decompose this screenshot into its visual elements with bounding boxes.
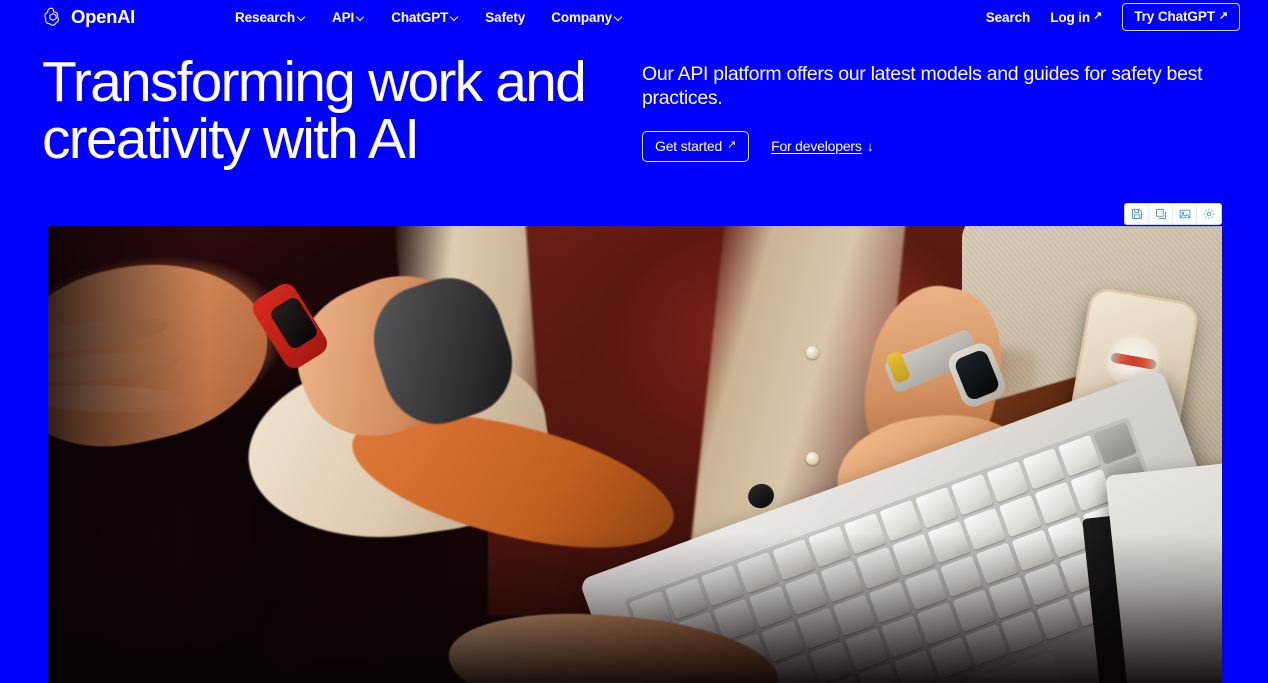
nav-item-chatgpt-label: ChatGPT bbox=[391, 9, 449, 25]
nav-item-api-label: API bbox=[331, 9, 355, 25]
nav-item-safety-label: Safety bbox=[485, 9, 526, 25]
login-label: Log in bbox=[1050, 9, 1091, 25]
brand-logo-link[interactable]: OpenAI bbox=[42, 6, 135, 28]
nav-item-chatgpt[interactable]: ChatGPT bbox=[391, 10, 459, 25]
arrow-up-right-icon: ↗ bbox=[1218, 9, 1228, 22]
openai-logo-icon bbox=[42, 6, 64, 28]
arrow-down-icon: ↓ bbox=[866, 138, 874, 155]
nav-item-api[interactable]: API bbox=[332, 10, 365, 25]
search-link[interactable]: Search bbox=[985, 9, 1031, 25]
save-button[interactable] bbox=[1125, 204, 1149, 224]
hero-photo-scene bbox=[48, 226, 1222, 683]
chevron-down-icon bbox=[451, 14, 459, 22]
nav-item-research[interactable]: Research bbox=[235, 10, 306, 25]
image-button[interactable] bbox=[1173, 204, 1197, 224]
top-navigation-bar: OpenAI Research API ChatGPT Safety Compa… bbox=[0, 0, 1268, 34]
floating-image-toolbar bbox=[1124, 203, 1222, 225]
arrow-up-right-icon: ↗ bbox=[1093, 10, 1103, 22]
secondary-nav-links: Search Log in ↗ Try ChatGPT ↗ bbox=[986, 3, 1240, 31]
save-icon bbox=[1131, 208, 1143, 220]
arrow-up-right-icon: ↗ bbox=[727, 138, 737, 151]
try-chatgpt-label: Try ChatGPT bbox=[1134, 9, 1215, 24]
chevron-down-icon bbox=[615, 14, 623, 22]
nav-item-research-label: Research bbox=[234, 9, 295, 25]
primary-nav-links: Research API ChatGPT Safety Company bbox=[235, 10, 623, 25]
for-developers-link[interactable]: For developers ↓ bbox=[771, 138, 874, 155]
hero-photo bbox=[48, 226, 1222, 683]
for-developers-label: For developers bbox=[771, 138, 862, 155]
chevron-down-icon bbox=[357, 14, 365, 22]
nav-item-company-label: Company bbox=[551, 9, 612, 25]
hero-section: Transforming work and creativity with AI… bbox=[0, 34, 1268, 218]
copy-button[interactable] bbox=[1149, 204, 1173, 224]
image-icon bbox=[1179, 208, 1191, 220]
photo-bottom-vignette bbox=[48, 533, 1222, 683]
nav-item-company[interactable]: Company bbox=[551, 10, 623, 25]
hero-right-column: Our API platform offers our latest model… bbox=[642, 44, 1240, 218]
try-chatgpt-button[interactable]: Try ChatGPT ↗ bbox=[1122, 3, 1240, 31]
hero-subtitle: Our API platform offers our latest model… bbox=[642, 63, 1203, 110]
copy-icon bbox=[1155, 208, 1167, 220]
settings-gear-icon bbox=[1203, 208, 1215, 220]
login-link[interactable]: Log in ↗ bbox=[1050, 10, 1102, 25]
hero-left-column: Transforming work and creativity with AI bbox=[42, 44, 642, 218]
chevron-down-icon bbox=[298, 14, 306, 22]
hero-actions: Get started ↗ For developers ↓ bbox=[642, 130, 1240, 162]
get-started-button[interactable]: Get started ↗ bbox=[642, 130, 750, 162]
brand-name-text: OpenAI bbox=[71, 5, 135, 27]
nav-item-safety[interactable]: Safety bbox=[485, 10, 525, 25]
photo-shirt-button bbox=[806, 452, 819, 465]
photo-shirt-button bbox=[806, 346, 819, 359]
settings-button[interactable] bbox=[1197, 204, 1221, 224]
get-started-label: Get started bbox=[655, 137, 723, 154]
search-label: Search bbox=[985, 9, 1031, 25]
page-title: Transforming work and creativity with AI bbox=[42, 50, 587, 171]
